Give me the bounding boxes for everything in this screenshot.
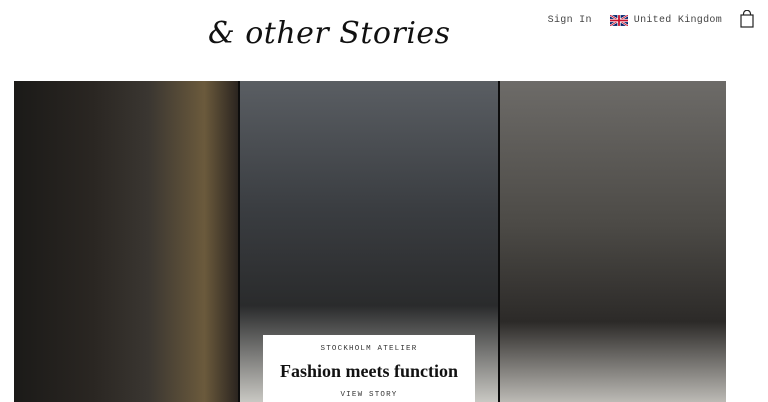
brand-logo[interactable]: & other Stories <box>208 16 451 51</box>
uk-flag-icon <box>609 14 628 26</box>
site-header: & other Stories Sign In United Kingdom <box>0 0 768 80</box>
country-selector[interactable]: United Kingdom <box>609 14 722 26</box>
story-eyebrow: STOCKHOLM ATELIER <box>320 345 418 353</box>
shopping-bag-icon[interactable] <box>740 10 754 28</box>
story-headline: Fashion meets function <box>279 361 458 381</box>
hero-image-right <box>500 81 726 402</box>
view-story-link[interactable]: VIEW STORY <box>263 391 475 399</box>
story-card[interactable]: STOCKHOLM ATELIER Fashion meets function… <box>263 335 475 402</box>
header-actions: Sign In United Kingdom <box>548 10 754 28</box>
hero-image-left <box>14 81 238 402</box>
country-label: United Kingdom <box>633 14 722 26</box>
sign-in-link[interactable]: Sign In <box>548 15 592 26</box>
